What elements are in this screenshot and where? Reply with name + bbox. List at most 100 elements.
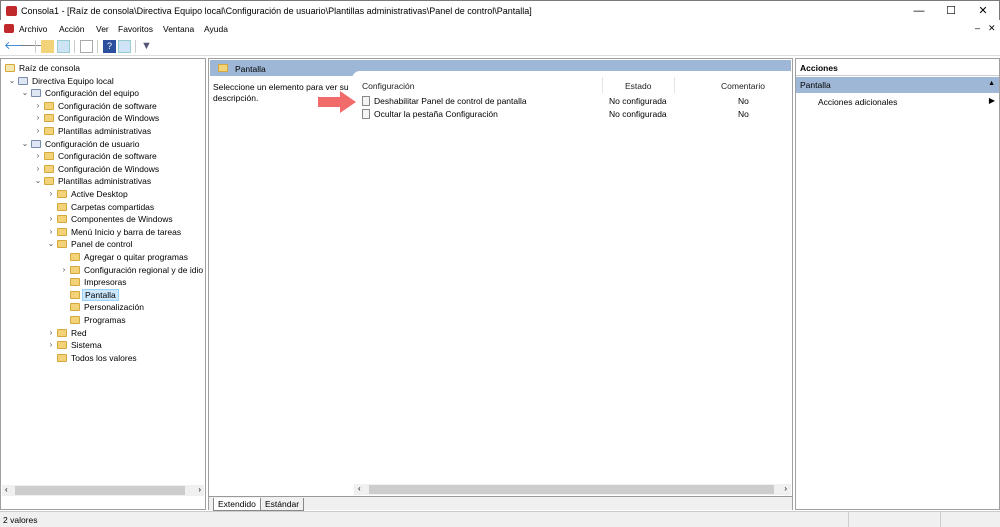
tree-item[interactable]: ⌄ Configuración de usuario xyxy=(1,138,201,150)
collapsed-chevron-icon[interactable]: › xyxy=(34,150,42,162)
collapsed-chevron-icon[interactable]: › xyxy=(34,163,42,175)
column-header-comentario[interactable]: Comentario xyxy=(721,81,765,91)
folder-icon xyxy=(57,227,67,236)
collapsed-chevron-icon[interactable]: › xyxy=(47,226,55,238)
maximize-button[interactable]: ☐ xyxy=(935,3,967,19)
collapsed-chevron-icon[interactable]: › xyxy=(47,213,55,225)
list-row[interactable]: Ocultar la pestaña Configuración No conf… xyxy=(352,108,792,121)
tree-item[interactable]: ⌄ Plantillas administrativas xyxy=(1,175,201,187)
tree-item[interactable]: Raíz de consola xyxy=(1,62,201,74)
folder-icon xyxy=(44,101,54,110)
expanded-chevron-icon[interactable]: ⌄ xyxy=(21,138,29,150)
column-header-estado[interactable]: Estado xyxy=(625,81,651,91)
tree-item[interactable]: › Configuración de software xyxy=(1,100,201,112)
tree-item[interactable]: Pantalla xyxy=(1,288,201,301)
show-tree-icon[interactable] xyxy=(57,40,70,53)
tree-item[interactable]: Todos los valores xyxy=(1,352,201,364)
export-list-icon[interactable] xyxy=(80,40,93,53)
back-icon[interactable]: 🡐 xyxy=(4,40,34,53)
menu-favoritos[interactable]: Favoritos xyxy=(118,24,153,34)
mdi-minimize-icon[interactable]: – xyxy=(975,23,980,33)
setting-state: No configurada xyxy=(609,96,667,106)
up-level-icon[interactable] xyxy=(41,40,54,53)
collapse-icon[interactable]: ▲ xyxy=(988,80,995,87)
show-action-pane-icon[interactable] xyxy=(118,40,131,53)
tree-item-label: Todos los valores xyxy=(71,352,137,363)
tree-item-label: Panel de control xyxy=(71,239,133,250)
tree-item-label: Configuración del equipo xyxy=(45,88,140,99)
minimize-button[interactable]: — xyxy=(903,3,935,19)
expanded-chevron-icon[interactable]: ⌄ xyxy=(47,238,55,250)
setting-comment: No xyxy=(738,96,749,106)
folder-icon xyxy=(5,64,15,72)
tree-item[interactable]: Impresoras xyxy=(1,276,201,288)
menu-ver[interactable]: Ver xyxy=(96,24,109,34)
menu-accion[interactable]: Acción xyxy=(59,24,85,34)
tree-item-label: Carpetas compartidas xyxy=(71,201,155,212)
actions-title: Acciones xyxy=(800,63,838,73)
folder-icon xyxy=(218,64,228,72)
actions-section-pantalla[interactable]: Pantalla ▲ xyxy=(796,77,999,93)
close-button[interactable]: ✕ xyxy=(967,3,999,19)
folder-icon xyxy=(70,316,80,324)
tree-item[interactable]: ⌄ Directiva Equipo local xyxy=(1,75,201,87)
column-header-configuracion[interactable]: Configuración xyxy=(362,81,414,91)
tree-item[interactable]: Personalización xyxy=(1,301,201,313)
title-bar: Consola1 - [Raíz de consola\Directiva Eq… xyxy=(0,0,1000,20)
tree-item-label: Directiva Equipo local xyxy=(32,75,114,86)
setting-name: Deshabilitar Panel de control de pantall… xyxy=(374,96,527,106)
tree-horizontal-scrollbar[interactable]: ‹ › xyxy=(2,485,204,496)
folder-icon xyxy=(44,177,54,186)
setting-comment: No xyxy=(738,109,749,119)
action-acciones-adicionales[interactable]: Acciones adicionales ▶ xyxy=(796,95,999,109)
folder-icon xyxy=(70,303,80,312)
tree-item[interactable]: › Configuración de Windows xyxy=(1,112,201,124)
tree-item[interactable]: ⌄ Configuración del equipo xyxy=(1,87,201,99)
list-horizontal-scrollbar[interactable]: ‹ › xyxy=(354,484,791,495)
menu-ayuda[interactable]: Ayuda xyxy=(204,24,228,34)
expanded-chevron-icon[interactable]: ⌄ xyxy=(8,75,16,87)
annotation-arrow xyxy=(318,91,356,113)
expanded-chevron-icon[interactable]: ⌄ xyxy=(34,175,42,187)
tree-item[interactable]: › Menú Inicio y barra de tareas xyxy=(1,226,201,238)
tree-item[interactable]: › Componentes de Windows xyxy=(1,213,201,225)
mdi-close-icon[interactable]: ✕ xyxy=(988,23,996,34)
tree-item[interactable]: › Configuración regional y de idio xyxy=(1,264,203,276)
actions-pane: Acciones Pantalla ▲ Acciones adicionales… xyxy=(795,58,1000,510)
help-icon[interactable]: ? xyxy=(103,40,116,53)
collapsed-chevron-icon[interactable]: › xyxy=(34,125,42,137)
tree-item-label: Componentes de Windows xyxy=(71,214,173,225)
collapsed-chevron-icon[interactable]: › xyxy=(47,339,55,351)
forward-icon[interactable]: 🡒 xyxy=(19,40,49,53)
tree-item[interactable]: › Configuración de software xyxy=(1,150,201,162)
tab-extendido[interactable]: Extendido xyxy=(213,498,261,511)
filter-icon[interactable]: ▼ xyxy=(140,40,153,53)
folder-icon xyxy=(70,278,80,287)
collapsed-chevron-icon[interactable]: › xyxy=(60,264,68,276)
list-row[interactable]: Deshabilitar Panel de control de pantall… xyxy=(352,95,792,108)
collapsed-chevron-icon[interactable]: › xyxy=(34,100,42,112)
tree-item[interactable]: › Plantillas administrativas xyxy=(1,125,201,137)
tree-item[interactable]: › Active Desktop xyxy=(1,188,201,200)
tree-item-label: Configuración regional y de idio xyxy=(84,264,204,275)
tree-item[interactable]: › Configuración de Windows xyxy=(1,163,201,175)
expanded-chevron-icon[interactable]: ⌄ xyxy=(21,87,29,99)
menu-ventana[interactable]: Ventana xyxy=(163,24,194,34)
tree-item[interactable]: › Sistema xyxy=(1,339,201,351)
tree-item-label: Plantillas administrativas xyxy=(58,126,152,136)
tree-item[interactable]: Programas xyxy=(1,314,201,326)
console-menu-icon[interactable] xyxy=(4,24,14,33)
folder-icon xyxy=(57,240,67,249)
tab-estandar[interactable]: Estándar xyxy=(260,498,305,511)
tree-item[interactable]: Agregar o quitar programas xyxy=(1,251,201,263)
tree-item[interactable]: › Red xyxy=(1,327,201,339)
folder-icon xyxy=(57,215,67,224)
collapsed-chevron-icon[interactable]: › xyxy=(47,188,55,200)
menu-archivo[interactable]: Archivo xyxy=(19,24,47,34)
status-bar: 2 valores xyxy=(0,511,1000,527)
tree-item[interactable]: Carpetas compartidas xyxy=(1,201,201,213)
collapsed-chevron-icon[interactable]: › xyxy=(47,327,55,339)
tree-item-label: Configuración de Windows xyxy=(58,163,160,174)
tree-item[interactable]: ⌄ Panel de control xyxy=(1,238,201,250)
collapsed-chevron-icon[interactable]: › xyxy=(34,112,42,124)
